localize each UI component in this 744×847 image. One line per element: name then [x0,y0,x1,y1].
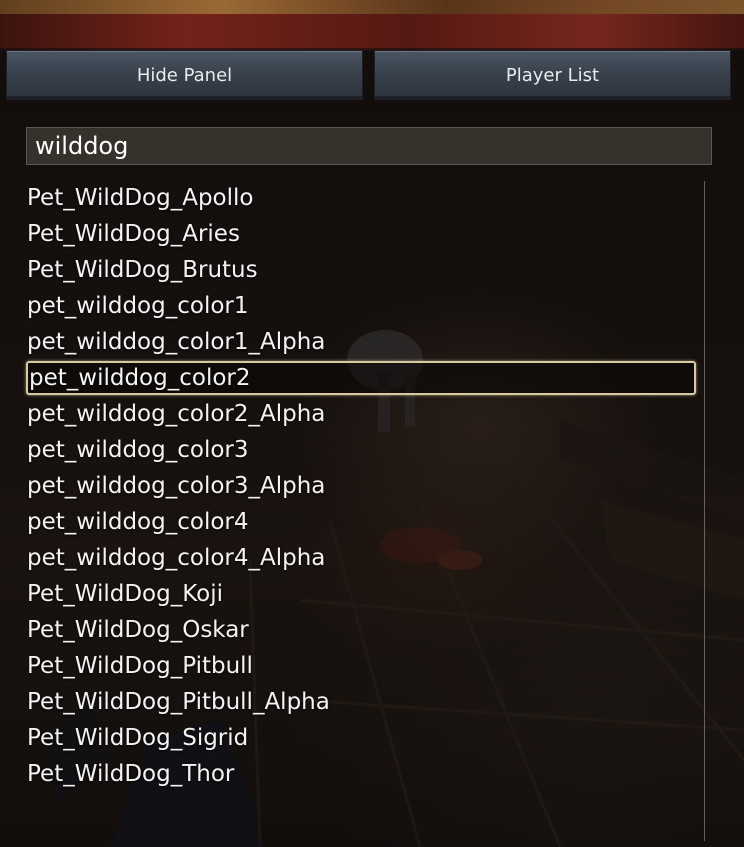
list-item[interactable]: pet_wilddog_color1_Alpha [20,325,696,359]
list-item[interactable]: Pet_WildDog_Pitbull_Alpha [20,685,696,719]
list-item[interactable]: pet_wilddog_color3 [20,433,696,467]
list-item[interactable]: pet_wilddog_color1 [20,289,696,323]
top-decorative-banner [0,0,744,50]
list-item[interactable]: pet_wilddog_color2_Alpha [20,397,696,431]
search-input[interactable] [26,127,712,165]
list-item[interactable]: pet_wilddog_color4_Alpha [20,541,696,575]
game-screen: Hide Panel Player List Pet_WildDog_Apoll… [0,0,744,847]
list-item[interactable]: Pet_WildDog_Oskar [20,613,696,647]
list-item[interactable]: Pet_WildDog_Thor [20,757,696,791]
list-item[interactable]: Pet_WildDog_Koji [20,577,696,611]
hide-panel-button[interactable]: Hide Panel [6,50,363,100]
list-item[interactable]: Pet_WildDog_Pitbull [20,649,696,683]
player-list-button[interactable]: Player List [374,50,731,100]
results-list[interactable]: Pet_WildDog_Apollo Pet_WildDog_Aries Pet… [20,181,705,841]
list-item-selected[interactable]: pet_wilddog_color2 [26,361,696,395]
list-item[interactable]: pet_wilddog_color3_Alpha [20,469,696,503]
list-item[interactable]: Pet_WildDog_Aries [20,217,696,251]
list-item[interactable]: pet_wilddog_color4 [20,505,696,539]
list-item[interactable]: Pet_WildDog_Brutus [20,253,696,287]
list-item[interactable]: Pet_WildDog_Apollo [20,181,696,215]
list-item[interactable]: Pet_WildDog_Sigrid [20,721,696,755]
